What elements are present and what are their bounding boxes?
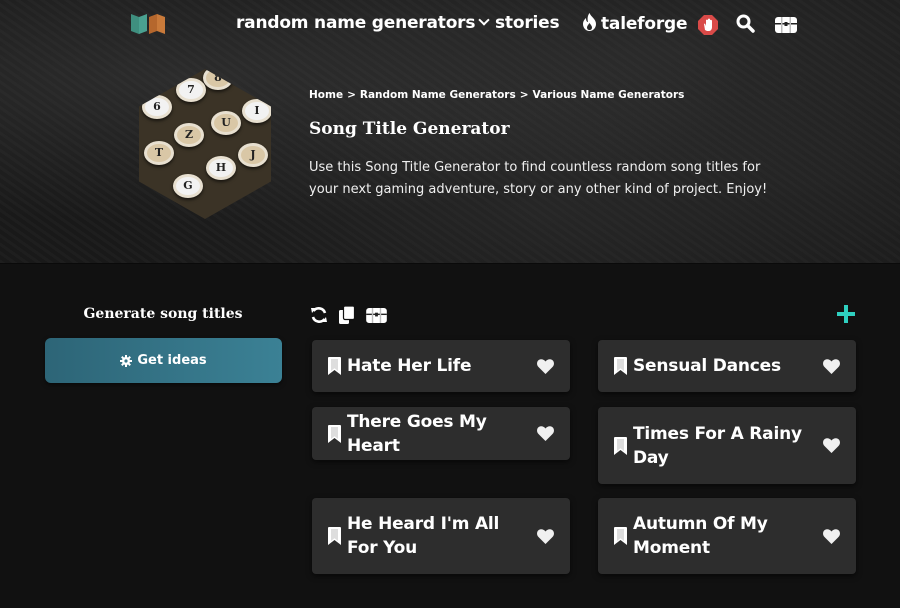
breadcrumb-separator: > — [347, 89, 356, 101]
result-title: He Heard I'm All For You — [347, 514, 500, 558]
nav-random-name-generators[interactable]: random name generators — [236, 13, 490, 33]
search-icon[interactable] — [736, 14, 755, 33]
breadcrumb-home[interactable]: Home — [309, 89, 343, 101]
chevron-down-icon — [478, 14, 490, 26]
nav-taleforge[interactable]: taleforge — [582, 13, 688, 34]
gear-icon — [120, 354, 133, 367]
copy-icon[interactable] — [339, 306, 355, 324]
bookmark-icon[interactable] — [328, 527, 341, 545]
breadcrumb-random-name-generators[interactable]: Random Name Generators — [360, 89, 516, 101]
breadcrumb-various-name-generators[interactable]: Various Name Generators — [533, 89, 685, 101]
page-description: Use this Song Title Generator to find co… — [309, 160, 768, 197]
result-title: Sensual Dances — [633, 356, 781, 376]
page-title: Song Title Generator — [309, 119, 510, 139]
result-card[interactable]: There Goes My Heart — [312, 407, 570, 460]
result-title: Hate Her Life — [347, 356, 472, 376]
result-title: Times For A Rainy Day — [633, 423, 802, 468]
get-ideas-button[interactable]: Get ideas — [45, 338, 282, 383]
result-card[interactable]: Sensual Dances — [598, 340, 856, 392]
result-title: There Goes My Heart — [347, 411, 487, 456]
sidebar-title: Generate song titles — [83, 306, 243, 322]
add-icon[interactable] — [836, 304, 856, 324]
typewriter-key: H — [206, 156, 236, 180]
refresh-icon[interactable] — [310, 306, 328, 324]
bookmark-icon[interactable] — [614, 357, 627, 375]
heart-icon[interactable] — [823, 438, 840, 453]
result-card[interactable]: Autumn Of My Moment — [598, 498, 856, 574]
heart-icon[interactable] — [537, 528, 554, 544]
result-title: Autumn Of My Moment — [633, 514, 768, 558]
typewriter-key: G — [173, 174, 203, 198]
result-card[interactable]: Times For A Rainy Day — [598, 407, 856, 484]
adblock-hand-icon[interactable] — [698, 15, 718, 35]
treasure-chest-icon[interactable] — [775, 17, 797, 33]
bookmark-icon[interactable] — [614, 527, 627, 545]
flame-icon — [583, 13, 596, 31]
bookmark-icon[interactable] — [328, 424, 341, 443]
typewriter-key: Z — [174, 123, 204, 147]
heart-icon[interactable] — [823, 528, 840, 544]
treasure-chest-icon[interactable] — [366, 308, 387, 323]
get-ideas-label: Get ideas — [137, 353, 207, 368]
bookmark-icon[interactable] — [614, 436, 627, 455]
heart-icon[interactable] — [537, 426, 554, 441]
result-card[interactable]: Hate Her Life — [312, 340, 570, 392]
nav-taleforge-label: taleforge — [601, 14, 688, 34]
heart-icon[interactable] — [537, 358, 554, 374]
nav-stories[interactable]: stories — [495, 13, 560, 33]
breadcrumb-separator: > — [519, 89, 529, 101]
nav-generators-label: random name generators — [236, 13, 476, 33]
result-card[interactable]: He Heard I'm All For You — [312, 498, 570, 574]
map-logo-icon[interactable] — [131, 12, 177, 34]
top-nav: random name generators stories taleforge — [0, 0, 900, 50]
bookmark-icon[interactable] — [328, 357, 341, 375]
typewriter-key: T — [144, 141, 174, 165]
typewriter-key: J — [238, 143, 268, 167]
heart-icon[interactable] — [823, 358, 840, 374]
typewriter-key: U — [211, 111, 241, 135]
breadcrumb: Home > Random Name Generators > Various Name… — [309, 89, 684, 101]
